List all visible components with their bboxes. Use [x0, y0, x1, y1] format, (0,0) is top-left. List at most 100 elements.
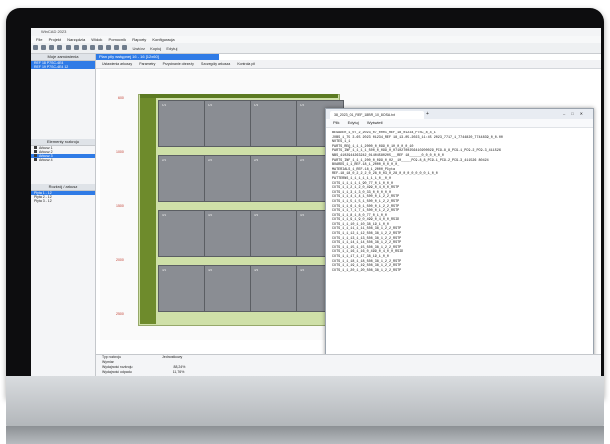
- element-label: Arkusz 4: [39, 158, 53, 162]
- board-cell[interactable]: 3/3: [250, 210, 298, 257]
- cell-label: 2/4: [300, 158, 305, 162]
- board-cell[interactable]: 2/3: [250, 155, 298, 202]
- sheet-icon: [34, 150, 37, 153]
- board-cell[interactable]: 1/2: [204, 100, 252, 147]
- cutting-header: Rozkrój / arkusz: [31, 184, 95, 191]
- notepad-window: 38_2023_01_REF_18BR_10_8OSA.txt + –□✕ Pl…: [325, 108, 594, 372]
- property-label: Wydajność rozkroju: [102, 365, 133, 369]
- board-trim-strip: [140, 94, 156, 324]
- cell-label: 4/3: [254, 268, 259, 272]
- cell-label: 4/4: [300, 268, 305, 272]
- notepad-tab[interactable]: 38_2023_01_REF_18BR_10_8OSA.txt: [330, 111, 424, 119]
- board-cell[interactable]: 1/1: [158, 100, 206, 147]
- sheet-icon: [34, 158, 37, 161]
- notepad-menu-view[interactable]: Wyświetl: [367, 119, 383, 127]
- toolbar-copy-button[interactable]: Kopiuj: [150, 44, 161, 54]
- cell-label: 1/1: [162, 103, 167, 107]
- cutting-item[interactable]: Płyta 3 - 12: [31, 199, 95, 203]
- print-icon[interactable]: [57, 45, 63, 50]
- grid-icon[interactable]: [122, 45, 128, 50]
- open-icon[interactable]: [41, 45, 47, 50]
- desktop-scene: WinCAD 2023 File Projekt Narzędzia Widok…: [0, 0, 610, 444]
- cell-label: 2/2: [208, 158, 213, 162]
- property-label: Wymiar: [102, 360, 114, 364]
- monitor-chin: [6, 376, 604, 432]
- notepad-menu-file[interactable]: Plik: [333, 119, 339, 127]
- cell-label: 3/4: [300, 213, 305, 217]
- properties-panel: Typ rozkroju Jednostkowy Wymiar Wydajnoś…: [96, 354, 601, 377]
- copy-icon[interactable]: [106, 45, 112, 50]
- board-cell[interactable]: 3/2: [204, 210, 252, 257]
- undo-icon[interactable]: [81, 45, 87, 50]
- menu-item-file[interactable]: File: [36, 36, 42, 43]
- menu-item-project[interactable]: Projekt: [49, 36, 61, 43]
- zoom-out-icon[interactable]: [73, 45, 79, 50]
- sheet-icon: [34, 146, 37, 149]
- property-value: Jednostkowy: [162, 355, 183, 359]
- cell-label: 3/2: [208, 213, 213, 217]
- board-cell[interactable]: 2/2: [204, 155, 252, 202]
- cell-label: 2/1: [162, 158, 167, 162]
- cut-icon[interactable]: [98, 45, 103, 50]
- cell-label: 1/2: [208, 103, 213, 107]
- menu-item-tools[interactable]: Narzędzia: [67, 36, 85, 43]
- notepad-line: CUTS_1_1_20_1_20_508_38_1_2_2_RSTP: [332, 268, 402, 273]
- new-tab-icon[interactable]: +: [426, 111, 429, 117]
- menu-item-helper[interactable]: Pomocnik: [109, 36, 127, 43]
- cell-label: 3/3: [254, 213, 259, 217]
- window-controls: –□✕: [563, 111, 589, 116]
- cell-label: 4/2: [208, 268, 213, 272]
- orders-list: REF 18 P7SC-4E4 REF 19 P7SC-4E4 12: [31, 61, 95, 69]
- subtool-saw-control[interactable]: Kontrola pił: [237, 60, 255, 68]
- orders-header: Moje zamówienia: [31, 54, 95, 61]
- cell-label: 1/3: [254, 103, 259, 107]
- redo-icon[interactable]: [89, 45, 95, 50]
- ruler-label: 1000: [116, 150, 124, 154]
- notepad-tabbar: 38_2023_01_REF_18BR_10_8OSA.txt + –□✕: [326, 109, 593, 119]
- cell-label: 1/4: [300, 103, 305, 107]
- window-titlebar: WinCAD 2023: [31, 28, 601, 36]
- subtool-parameters[interactable]: Parametry: [139, 60, 155, 68]
- paste-icon[interactable]: [114, 45, 120, 50]
- board-cell[interactable]: 4/2: [204, 265, 252, 312]
- ruler-label: 1500: [116, 204, 124, 208]
- new-icon[interactable]: [33, 45, 38, 50]
- menu-item-reports[interactable]: Raporty: [132, 36, 146, 43]
- menu-item-config[interactable]: Konfiguracja: [152, 36, 174, 43]
- workspace-toolbar: Ustawienia arkuszy Parametry Przycinanie…: [96, 60, 601, 69]
- board-cell[interactable]: 2/1: [158, 155, 206, 202]
- close-icon[interactable]: ✕: [580, 111, 589, 116]
- cutting-list: Płyta 1 - 12 Płyta 2 - 12 Płyta 3 - 12: [31, 191, 95, 203]
- subtool-sheet-settings[interactable]: Ustawienia arkuszy: [102, 60, 132, 68]
- application-window: WinCAD 2023 File Projekt Narzędzia Widok…: [31, 28, 601, 383]
- toolbar-edit-button[interactable]: Edytuj: [166, 44, 177, 54]
- toolbar-create-button[interactable]: Uwtórz: [133, 44, 145, 54]
- property-label: Wydajność odpadu: [102, 370, 132, 374]
- subtool-edge-trim[interactable]: Przycinanie obrzeży: [163, 60, 194, 68]
- board-cell[interactable]: 4/3: [250, 265, 298, 312]
- board-cell[interactable]: 3/1: [158, 210, 206, 257]
- monitor-bezel: WinCAD 2023 File Projekt Narzędzia Widok…: [6, 8, 604, 398]
- ruler-label: 2000: [116, 258, 124, 262]
- board-cell[interactable]: 1/3: [250, 100, 298, 147]
- zoom-in-icon[interactable]: [65, 45, 71, 50]
- subtool-sheet-details[interactable]: Szczegóły arkusza: [201, 60, 230, 68]
- app-title: WinCAD 2023: [41, 29, 67, 34]
- left-sidebar: Moje zamówienia REF 18 P7SC-4E4 REF 19 P…: [31, 54, 96, 376]
- board-cell[interactable]: 4/1: [158, 265, 206, 312]
- notepad-menu: Plik Edytuj Wyświetl: [326, 119, 593, 128]
- property-value: 11,76%: [172, 370, 185, 374]
- notepad-menu-edit[interactable]: Edytuj: [348, 119, 359, 127]
- minimize-icon[interactable]: –: [563, 111, 571, 116]
- sheet-icon: [34, 154, 37, 157]
- property-row: Wydajność odpadu 11,76%: [96, 370, 601, 375]
- maximize-icon[interactable]: □: [571, 111, 579, 116]
- notepad-text-area[interactable]: BEGADER_1_07_2_2023_07_0001_REF_18_01234…: [332, 131, 582, 351]
- menu-item-view[interactable]: Widok: [91, 36, 102, 43]
- cell-label: 2/3: [254, 158, 259, 162]
- main-toolbar: Uwtórz Kopiuj Edytuj: [31, 43, 601, 54]
- save-icon[interactable]: [49, 45, 55, 50]
- cell-label: 3/1: [162, 213, 167, 217]
- elements-header: Elementy rozkroju: [31, 139, 95, 146]
